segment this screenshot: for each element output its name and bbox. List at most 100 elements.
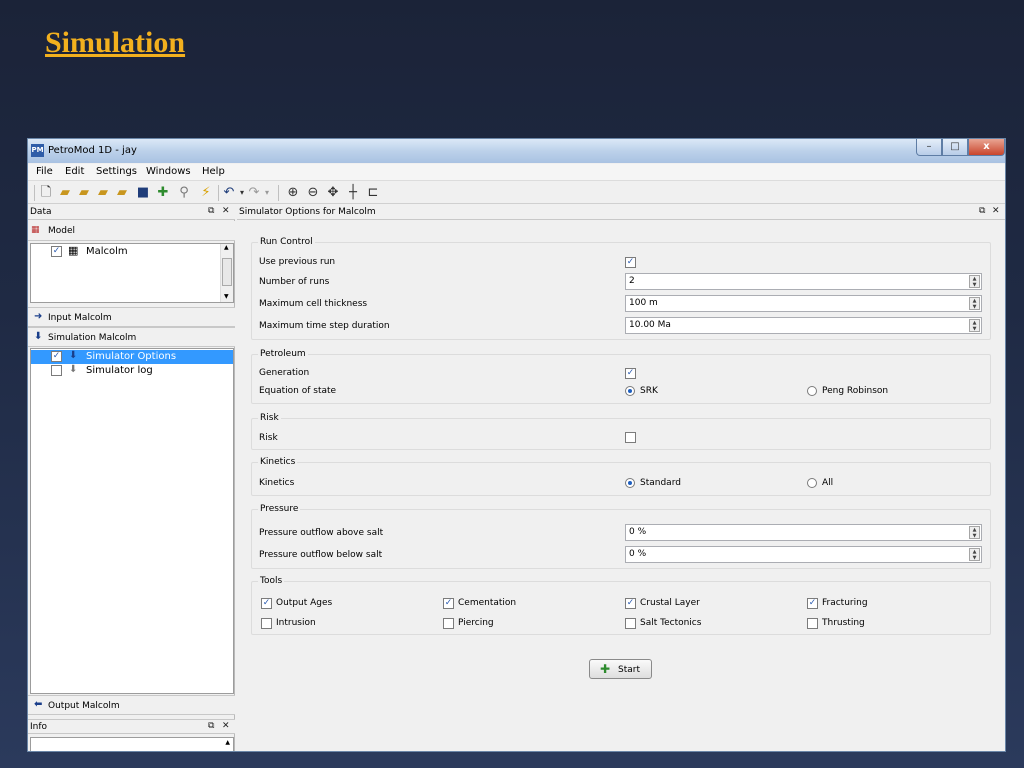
spinner-icon[interactable]: ▲ ▼ bbox=[969, 526, 980, 539]
standard-radio[interactable] bbox=[625, 478, 635, 488]
generation-checkbox[interactable]: ✓ bbox=[625, 368, 636, 379]
open-icon[interactable]: ▰ bbox=[57, 185, 73, 201]
menu-file[interactable]: File bbox=[36, 166, 53, 177]
spinner-icon[interactable]: ▲ ▼ bbox=[969, 548, 980, 561]
risk-group: Risk Risk bbox=[251, 413, 991, 450]
intrusion-checkbox[interactable] bbox=[261, 618, 272, 629]
arrow-right-icon: ➜ bbox=[34, 311, 43, 322]
use-previous-run-checkbox[interactable]: ✓ bbox=[625, 257, 636, 268]
model-tree-scrollbar[interactable]: ▲ ▼ bbox=[220, 244, 233, 302]
scroll-thumb[interactable] bbox=[222, 258, 232, 286]
open-folder-icon[interactable]: ▰ bbox=[76, 185, 92, 201]
simulator-log-checkbox[interactable] bbox=[51, 365, 62, 376]
fracturing-label: Fracturing bbox=[822, 598, 868, 608]
piercing-checkbox[interactable] bbox=[443, 618, 454, 629]
spinner-icon[interactable]: ▲ ▼ bbox=[969, 297, 980, 310]
pressure-below-salt-input[interactable]: 0 % ▲ ▼ bbox=[625, 546, 982, 563]
model-section[interactable]: ▦ Model bbox=[28, 221, 235, 241]
group-title: Run Control bbox=[258, 237, 315, 247]
title-bar: PM PetroMod 1D - jay – □ x bbox=[28, 139, 1005, 163]
risk-checkbox[interactable] bbox=[625, 432, 636, 443]
model-tree: ✓ ▦ Malcolm ▲ ▼ bbox=[30, 243, 234, 303]
grid-icon: ▦ bbox=[68, 244, 79, 257]
scroll-up-icon[interactable]: ▲ bbox=[224, 244, 229, 251]
simulate-icon[interactable]: ✚ bbox=[155, 185, 171, 201]
menu-windows[interactable]: Windows bbox=[146, 166, 191, 177]
zoom-out-icon[interactable]: ⊖ bbox=[305, 185, 321, 201]
float-icon[interactable]: ⧉ bbox=[979, 206, 985, 216]
spinner-icon[interactable]: ▲ ▼ bbox=[969, 319, 980, 332]
spinner-icon[interactable]: ▲ ▼ bbox=[969, 275, 980, 288]
tree-item-simulator-log[interactable]: ⬇ Simulator log bbox=[31, 364, 233, 378]
new-icon[interactable]: 🗋 bbox=[38, 185, 54, 201]
arrow-down-icon: ⬇ bbox=[34, 331, 43, 342]
cementation-label: Cementation bbox=[458, 598, 517, 608]
cementation-checkbox[interactable]: ✓ bbox=[443, 598, 454, 609]
pressure-above-salt-input[interactable]: 0 % ▲ ▼ bbox=[625, 524, 982, 541]
close-icon[interactable]: ✕ bbox=[222, 206, 230, 216]
menu-help[interactable]: Help bbox=[202, 166, 225, 177]
data-panel-title: Data bbox=[30, 207, 52, 217]
crustal-layer-label: Crustal Layer bbox=[640, 598, 700, 608]
crosshair-icon[interactable]: ┼ bbox=[345, 185, 361, 201]
output-section[interactable]: ⬅ Output Malcolm bbox=[28, 695, 235, 715]
pan-icon[interactable]: ✥ bbox=[325, 185, 341, 201]
output-ages-checkbox[interactable]: ✓ bbox=[261, 598, 272, 609]
info-box: ▲ bbox=[30, 737, 234, 751]
run-icon[interactable]: ⚲ bbox=[176, 185, 192, 201]
number-of-runs-input[interactable]: 2 ▲ ▼ bbox=[625, 273, 982, 290]
malcolm-checkbox[interactable]: ✓ bbox=[51, 246, 62, 257]
peng-robinson-label: Peng Robinson bbox=[822, 386, 889, 396]
open-multi-icon[interactable]: ▰ bbox=[95, 185, 111, 201]
menu-edit[interactable]: Edit bbox=[65, 166, 84, 177]
simulator-options-checkbox[interactable]: ✓ bbox=[51, 351, 62, 362]
kinetics-label: Kinetics bbox=[259, 478, 295, 488]
tree-item-label: Simulator log bbox=[86, 365, 153, 376]
simulator-options-panel: Simulator Options for Malcolm ⧉ ✕ Run Co… bbox=[237, 205, 1005, 751]
input-section-label: Input Malcolm bbox=[48, 313, 112, 323]
light-icon[interactable]: ⚡ bbox=[198, 185, 214, 201]
arrow-down-icon: ⬇ bbox=[69, 350, 78, 361]
toolbar-separator bbox=[34, 185, 35, 201]
ruler-icon[interactable]: ⊏ bbox=[365, 185, 381, 201]
group-title: Tools bbox=[258, 576, 285, 586]
close-button[interactable]: x bbox=[968, 139, 1005, 156]
start-button[interactable]: ✚ Start bbox=[589, 659, 652, 679]
thrusting-checkbox[interactable] bbox=[807, 618, 818, 629]
save-icon[interactable]: ■ bbox=[135, 185, 151, 201]
minimize-button[interactable]: – bbox=[916, 139, 942, 156]
scroll-down-icon[interactable]: ▼ bbox=[224, 293, 229, 300]
pressure-above-salt-value: 0 % bbox=[629, 527, 647, 537]
float-icon[interactable]: ⧉ bbox=[208, 721, 214, 731]
tree-item-simulator-options[interactable]: ✓ ⬇ Simulator Options bbox=[31, 350, 233, 364]
float-icon[interactable]: ⧉ bbox=[208, 206, 214, 216]
close-icon[interactable]: ✕ bbox=[992, 206, 1000, 216]
max-cell-thickness-input[interactable]: 100 m ▲ ▼ bbox=[625, 295, 982, 312]
redo-dropdown-icon[interactable]: ▾ bbox=[259, 185, 275, 201]
use-previous-run-label: Use previous run bbox=[259, 257, 336, 267]
salt-tectonics-checkbox[interactable] bbox=[625, 618, 636, 629]
piercing-label: Piercing bbox=[458, 618, 494, 628]
equation-of-state-label: Equation of state bbox=[259, 386, 337, 396]
close-icon[interactable]: ✕ bbox=[222, 721, 230, 731]
all-radio[interactable] bbox=[807, 478, 817, 488]
input-section[interactable]: ➜ Input Malcolm bbox=[28, 307, 235, 327]
peng-robinson-radio[interactable] bbox=[807, 386, 817, 396]
pressure-above-salt-label: Pressure outflow above salt bbox=[259, 528, 384, 538]
scroll-up-icon[interactable]: ▲ bbox=[225, 739, 230, 746]
fracturing-checkbox[interactable]: ✓ bbox=[807, 598, 818, 609]
max-cell-thickness-label: Maximum cell thickness bbox=[259, 299, 368, 309]
open-edit-icon[interactable]: ▰ bbox=[114, 185, 130, 201]
srk-radio[interactable] bbox=[625, 386, 635, 396]
group-title: Kinetics bbox=[258, 457, 298, 467]
salt-tectonics-label: Salt Tectonics bbox=[640, 618, 702, 628]
simulation-section[interactable]: ⬇ Simulation Malcolm bbox=[28, 327, 235, 347]
crustal-layer-checkbox[interactable]: ✓ bbox=[625, 598, 636, 609]
max-time-step-input[interactable]: 10.00 Ma ▲ ▼ bbox=[625, 317, 982, 334]
tree-item-malcolm[interactable]: ✓ ▦ Malcolm bbox=[31, 244, 233, 259]
simulation-tree: ✓ ⬇ Simulator Options ⬇ Simulator log bbox=[30, 348, 234, 694]
menu-settings[interactable]: Settings bbox=[96, 166, 137, 177]
zoom-in-icon[interactable]: ⊕ bbox=[285, 185, 301, 201]
srk-label: SRK bbox=[640, 386, 658, 396]
maximize-button[interactable]: □ bbox=[942, 139, 968, 156]
